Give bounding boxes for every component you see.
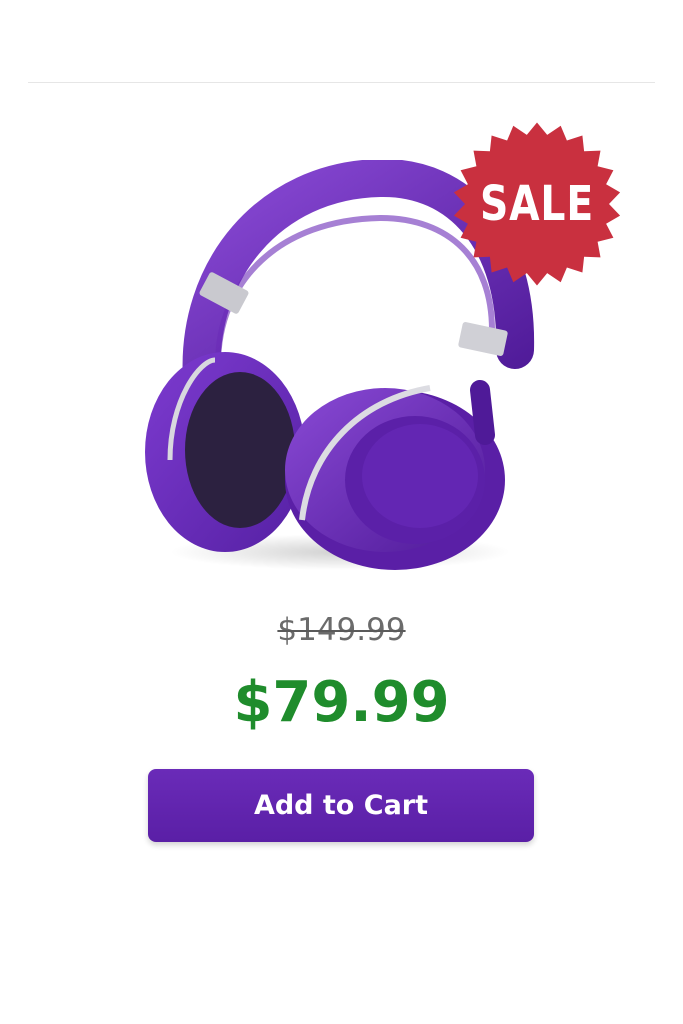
sale-price: $79.99 xyxy=(233,670,450,735)
original-price: $149.99 xyxy=(277,612,406,648)
add-to-cart-button[interactable]: Add to Cart xyxy=(148,769,534,842)
sale-badge-label: SALE xyxy=(479,176,595,232)
sale-badge: SALE xyxy=(448,118,626,290)
top-divider xyxy=(28,82,655,83)
original-price-block: $149.99 xyxy=(0,612,683,648)
